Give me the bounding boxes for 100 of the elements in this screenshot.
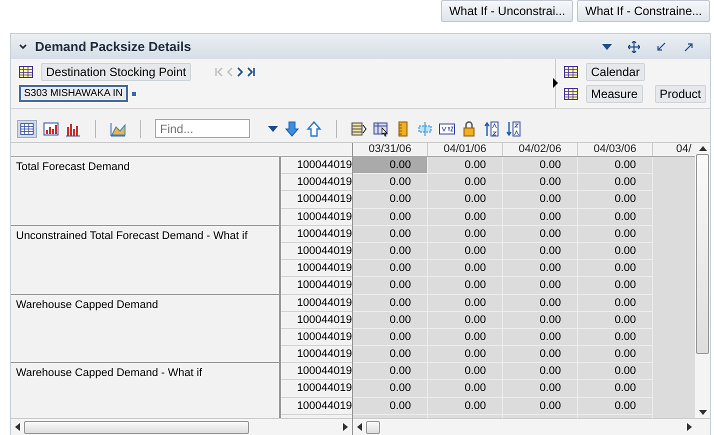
sort-descending-icon[interactable] (505, 120, 521, 136)
table-cell[interactable]: 0.00 (578, 346, 652, 364)
table-cell[interactable]: 0.00 (428, 260, 502, 278)
table-cell[interactable]: 0.00 (503, 346, 577, 364)
scroll-thumb[interactable] (24, 420, 249, 434)
scroll-right-icon[interactable] (343, 423, 348, 431)
table-cell[interactable]: 0.00 (503, 312, 577, 329)
table-cell[interactable]: 0.00 (428, 312, 502, 329)
table-cell[interactable]: 0.00 (353, 174, 427, 192)
dropdown-icon[interactable] (268, 126, 278, 132)
table-cell[interactable]: 0.00 (503, 260, 577, 278)
table-cell[interactable]: 0.00 (428, 277, 502, 294)
table-cell[interactable]: 0.00 (578, 157, 652, 174)
table-cell[interactable]: 0.00 (503, 294, 577, 312)
table-cell[interactable]: 0.00 (428, 398, 502, 415)
column-header[interactable]: 04/ (653, 143, 696, 156)
dimension-button[interactable]: Calendar (586, 63, 645, 81)
table-cell[interactable]: 0.00 (503, 328, 577, 346)
column-header[interactable]: 04/03/06 (578, 143, 653, 156)
split-icon[interactable] (417, 120, 433, 136)
scroll-thumb[interactable] (366, 420, 380, 434)
table-cell[interactable]: 0.00 (353, 157, 427, 174)
table-cell[interactable]: 0.00 (578, 294, 652, 312)
handle-icon[interactable] (132, 92, 136, 96)
arrow-up-icon[interactable] (306, 120, 322, 136)
columns-icon[interactable] (351, 120, 367, 136)
table-cell[interactable]: 0.00 (353, 363, 427, 380)
table-cursor-icon[interactable] (373, 120, 389, 136)
table-cell[interactable]: 0.00 (503, 277, 577, 294)
table-cell[interactable]: 0.00 (578, 226, 652, 243)
scroll-up-icon[interactable] (698, 146, 707, 151)
table-cell[interactable]: 0.00 (578, 328, 652, 346)
dimension-button[interactable]: Destination Stocking Point (41, 63, 192, 81)
table-cell[interactable]: 0.00 (578, 277, 652, 294)
area-chart-icon[interactable] (110, 120, 126, 136)
table-cell[interactable]: 0.00 (428, 242, 502, 260)
table-cell[interactable]: 0.00 (428, 346, 502, 364)
table-cell[interactable]: 0.00 (428, 174, 502, 192)
table-cell[interactable]: 0.00 (578, 312, 652, 329)
arrow-down-icon[interactable] (284, 120, 300, 136)
column-header[interactable]: 04/01/06 (428, 143, 503, 156)
table-view-icon[interactable] (17, 120, 37, 138)
table-cell[interactable]: 0.00 (353, 226, 427, 243)
table-cell[interactable]: 0.00 (353, 191, 427, 209)
table-cell[interactable]: 0.00 (503, 226, 577, 243)
table-cell[interactable]: 0.00 (428, 208, 502, 226)
table-cell[interactable]: 0.00 (578, 174, 652, 192)
table-cell[interactable]: 0.00 (428, 226, 502, 243)
table-cell[interactable]: 0.00 (428, 294, 502, 312)
table-cell[interactable]: 0.00 (503, 191, 577, 209)
table-cell[interactable]: 0.00 (503, 242, 577, 260)
expand-arrow-icon[interactable] (553, 78, 558, 88)
table-cell[interactable]: 0.00 (428, 363, 502, 380)
move-icon[interactable] (628, 40, 640, 52)
table-cell[interactable]: 0.00 (353, 312, 427, 329)
table-cell[interactable]: 0.00 (578, 208, 652, 226)
table-cell[interactable]: 0.00 (503, 157, 577, 174)
table-cell[interactable]: 0.00 (353, 346, 427, 364)
table-cell[interactable]: 0.00 (353, 328, 427, 346)
last-page-icon[interactable] (247, 67, 256, 77)
scroll-left-icon[interactable] (357, 423, 362, 431)
table-cell[interactable]: 0.00 (578, 260, 652, 278)
scroll-thumb[interactable] (696, 154, 710, 354)
table-cell[interactable]: 0.00 (503, 380, 577, 398)
scenario-button[interactable]: What If - Unconstrai... (441, 0, 574, 22)
horizontal-scrollbar[interactable] (353, 418, 710, 435)
table-cell[interactable]: 0.00 (353, 398, 427, 415)
table-cell[interactable]: 0.00 (353, 260, 427, 278)
horizontal-scrollbar[interactable] (11, 418, 352, 435)
selected-value[interactable]: S303 MISHAWAKA IN (19, 85, 128, 102)
next-icon[interactable] (237, 67, 244, 77)
dimension-button[interactable]: Measure (586, 85, 643, 103)
scroll-left-icon[interactable] (15, 423, 20, 431)
minimize-icon[interactable] (656, 42, 666, 52)
chart-table-icon[interactable] (43, 120, 59, 136)
maximize-icon[interactable] (684, 42, 694, 52)
dropdown-icon[interactable] (602, 44, 612, 50)
dimension-button[interactable]: Product (654, 85, 706, 103)
table-cell[interactable]: 0.00 (503, 174, 577, 192)
scroll-down-icon[interactable] (698, 410, 707, 415)
table-cell[interactable]: 0.00 (353, 294, 427, 312)
table-cell[interactable]: 0.00 (428, 380, 502, 398)
collapse-icon[interactable] (19, 44, 27, 50)
table-cell[interactable]: 0.00 (428, 191, 502, 209)
sort-ascending-icon[interactable] (483, 120, 499, 136)
table-cell[interactable]: 0.00 (353, 242, 427, 260)
table-cell[interactable]: 0.00 (353, 277, 427, 294)
table-cell[interactable]: 0.00 (503, 363, 577, 380)
column-header[interactable]: 04/02/06 (503, 143, 578, 156)
table-cell[interactable]: 0.00 (503, 208, 577, 226)
table-cell[interactable]: 0.00 (353, 208, 427, 226)
table-cell[interactable]: 0.00 (353, 380, 427, 398)
table-cell[interactable]: 0.00 (578, 398, 652, 415)
table-cell[interactable]: 0.00 (428, 157, 502, 174)
table-cell[interactable]: 0.00 (578, 380, 652, 398)
column-header[interactable]: 03/31/06 (353, 143, 428, 156)
vertical-scrollbar[interactable] (695, 143, 710, 418)
label-icon[interactable] (439, 120, 455, 136)
lock-icon[interactable] (461, 120, 477, 136)
table-cell[interactable]: 0.00 (428, 328, 502, 346)
